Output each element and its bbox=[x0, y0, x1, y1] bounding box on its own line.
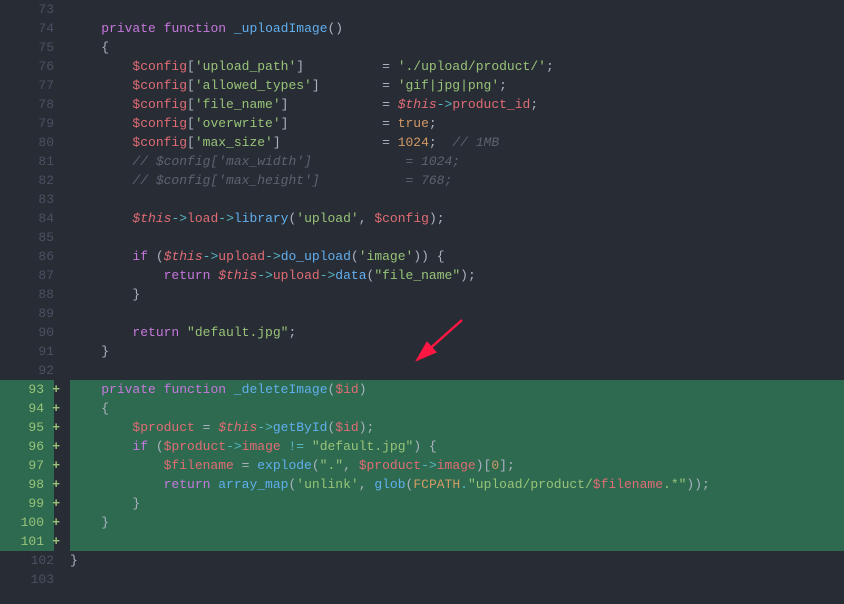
diff-added-icon: + bbox=[52, 475, 60, 494]
code-line[interactable]: if ($this->upload->do_upload('image')) { bbox=[70, 247, 844, 266]
diff-added-icon: + bbox=[52, 380, 60, 399]
diff-added-icon: + bbox=[52, 494, 60, 513]
code-line[interactable]: { bbox=[70, 38, 844, 57]
code-line[interactable]: } bbox=[70, 494, 844, 513]
line-number-gutter: 7374757677787980818283848586878889909192… bbox=[0, 0, 62, 604]
line-number: 75 bbox=[0, 38, 54, 57]
diff-added-icon: + bbox=[52, 532, 60, 551]
line-number: 93+ bbox=[0, 380, 54, 399]
code-line[interactable]: return "default.jpg"; bbox=[70, 323, 844, 342]
code-editor[interactable]: 7374757677787980818283848586878889909192… bbox=[0, 0, 844, 604]
line-number: 101+ bbox=[0, 532, 54, 551]
code-line[interactable]: private function _uploadImage() bbox=[70, 19, 844, 38]
line-number: 89 bbox=[0, 304, 54, 323]
line-number: 90 bbox=[0, 323, 54, 342]
line-number: 96+ bbox=[0, 437, 54, 456]
line-number: 79 bbox=[0, 114, 54, 133]
line-number: 87 bbox=[0, 266, 54, 285]
line-number: 74 bbox=[0, 19, 54, 38]
code-line[interactable]: $filename = explode(".", $product->image… bbox=[70, 456, 844, 475]
diff-added-icon: + bbox=[52, 418, 60, 437]
line-number: 100+ bbox=[0, 513, 54, 532]
line-number: 91 bbox=[0, 342, 54, 361]
code-line[interactable] bbox=[70, 304, 844, 323]
code-line[interactable]: return array_map('unlink', glob(FCPATH."… bbox=[70, 475, 844, 494]
line-number: 86 bbox=[0, 247, 54, 266]
line-number: 77 bbox=[0, 76, 54, 95]
line-number: 85 bbox=[0, 228, 54, 247]
code-line[interactable]: $config['upload_path'] = './upload/produ… bbox=[70, 57, 844, 76]
code-line[interactable] bbox=[70, 361, 844, 380]
code-line[interactable]: // $config['max_height'] = 768; bbox=[70, 171, 844, 190]
line-number: 95+ bbox=[0, 418, 54, 437]
code-line[interactable]: $config['max_size'] = 1024; // 1MB bbox=[70, 133, 844, 152]
code-line[interactable]: $config['allowed_types'] = 'gif|jpg|png'… bbox=[70, 76, 844, 95]
code-line[interactable]: // $config['max_width'] = 1024; bbox=[70, 152, 844, 171]
code-line[interactable]: } bbox=[70, 551, 844, 570]
line-number: 81 bbox=[0, 152, 54, 171]
line-number: 94+ bbox=[0, 399, 54, 418]
line-number: 97+ bbox=[0, 456, 54, 475]
line-number: 82 bbox=[0, 171, 54, 190]
line-number: 92 bbox=[0, 361, 54, 380]
diff-added-icon: + bbox=[52, 456, 60, 475]
code-line[interactable] bbox=[70, 190, 844, 209]
line-number: 88 bbox=[0, 285, 54, 304]
code-line[interactable]: $config['file_name'] = $this->product_id… bbox=[70, 95, 844, 114]
code-line[interactable]: } bbox=[70, 285, 844, 304]
code-line[interactable]: { bbox=[70, 399, 844, 418]
line-number: 80 bbox=[0, 133, 54, 152]
code-line[interactable]: $this->load->library('upload', $config); bbox=[70, 209, 844, 228]
code-line[interactable] bbox=[70, 0, 844, 19]
code-line[interactable]: return $this->upload->data("file_name"); bbox=[70, 266, 844, 285]
line-number: 99+ bbox=[0, 494, 54, 513]
code-line[interactable]: if ($product->image != "default.jpg") { bbox=[70, 437, 844, 456]
code-line[interactable]: $config['overwrite'] = true; bbox=[70, 114, 844, 133]
diff-added-icon: + bbox=[52, 399, 60, 418]
code-line[interactable]: $product = $this->getById($id); bbox=[70, 418, 844, 437]
line-number: 78 bbox=[0, 95, 54, 114]
line-number: 84 bbox=[0, 209, 54, 228]
code-area[interactable]: private function _uploadImage() { $confi… bbox=[62, 0, 844, 604]
code-line[interactable]: } bbox=[70, 513, 844, 532]
line-number: 76 bbox=[0, 57, 54, 76]
line-number: 73 bbox=[0, 0, 54, 19]
line-number: 83 bbox=[0, 190, 54, 209]
line-number: 102 bbox=[0, 551, 54, 570]
code-line[interactable]: private function _deleteImage($id) bbox=[70, 380, 844, 399]
line-number: 98+ bbox=[0, 475, 54, 494]
line-number: 103 bbox=[0, 570, 54, 589]
code-line[interactable]: } bbox=[70, 342, 844, 361]
code-line[interactable] bbox=[70, 532, 844, 551]
code-line[interactable] bbox=[70, 228, 844, 247]
code-line[interactable] bbox=[70, 570, 844, 589]
diff-added-icon: + bbox=[52, 437, 60, 456]
diff-added-icon: + bbox=[52, 513, 60, 532]
